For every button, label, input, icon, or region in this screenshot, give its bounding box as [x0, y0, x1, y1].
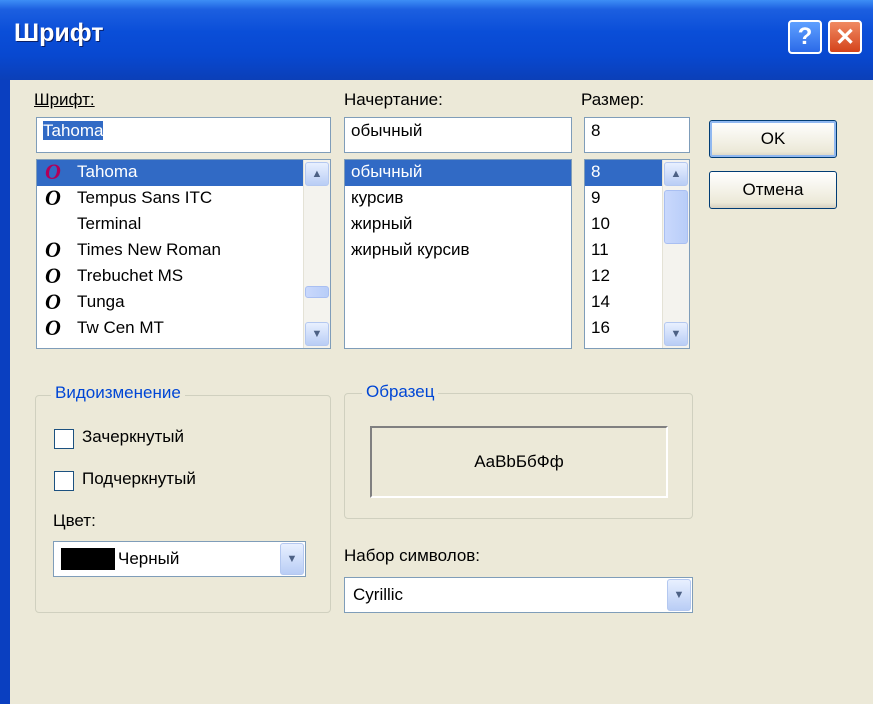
list-item-label: Tunga [77, 292, 125, 311]
charset-value: Cyrillic [353, 585, 404, 604]
list-item-label: 14 [591, 292, 610, 311]
scroll-down-icon[interactable]: ▼ [305, 322, 329, 346]
list-item-label: 12 [591, 266, 610, 285]
ok-button[interactable]: OK [709, 120, 837, 158]
color-swatch [61, 548, 115, 570]
scroll-thumb[interactable] [664, 190, 688, 244]
chevron-down-icon[interactable]: ▼ [667, 579, 691, 611]
font-label-text: Шрифт: [34, 90, 95, 109]
list-item-label: Tahoma [77, 162, 138, 181]
sample-group-title: Образец [362, 382, 439, 402]
size-input[interactable]: 8 [584, 117, 690, 153]
list-item[interactable]: жирный курсив [345, 238, 571, 264]
style-list[interactable]: обычный курсив жирный жирный курсив [344, 159, 572, 349]
style-label: Начертание: [344, 90, 443, 110]
list-item-label: Terminal [77, 214, 142, 233]
font-list[interactable]: O Tahoma O Tempus Sans ITC Terminal O Times Ne… [36, 159, 331, 349]
opentype-font-icon: O [45, 237, 61, 262]
effects-group-title: Видоизменение [51, 383, 185, 403]
list-item-label: Times New Roman [77, 240, 221, 259]
list-item-label: 9 [591, 188, 601, 207]
window-title: Шрифт [14, 19, 104, 47]
opentype-font-icon: O [45, 315, 61, 340]
list-item-label: жирный курсив [351, 240, 470, 259]
size-list-scrollbar[interactable]: ▲ ▼ [662, 160, 689, 348]
color-value: Черный [118, 549, 180, 568]
list-item[interactable]: курсив [345, 186, 571, 212]
list-item[interactable]: O Times New Roman [37, 238, 330, 264]
opentype-font-icon: O [45, 263, 61, 288]
sample-preview: AaBbБбФф [370, 426, 668, 498]
list-item[interactable]: Terminal [37, 212, 330, 238]
window-frame [0, 80, 10, 704]
font-name-value: Tahoma [43, 121, 104, 140]
dialog-client: Шрифт: Tahoma O Tahoma O Tempus Sans ITC Ter… [10, 80, 873, 704]
list-item[interactable]: O Trebuchet MS [37, 264, 330, 290]
list-item[interactable]: O Tempus Sans ITC [37, 186, 330, 212]
font-name-input[interactable]: Tahoma [36, 117, 331, 153]
font-label: Шрифт: [34, 90, 95, 110]
chevron-down-icon[interactable]: ▼ [280, 543, 304, 575]
list-item-label: 8 [591, 162, 601, 181]
font-list-scrollbar[interactable]: ▲ ▼ [303, 160, 330, 348]
list-item-label: жирный [351, 214, 413, 233]
underline-checkbox[interactable] [54, 471, 74, 491]
size-list[interactable]: 8 9 10 11 12 14 16 ▲ ▼ [584, 159, 690, 349]
scroll-thumb[interactable] [305, 286, 329, 298]
style-value: обычный [351, 121, 423, 140]
list-item-label: Tw Cen MT [77, 318, 164, 337]
size-label-text: Размер: [581, 90, 645, 109]
color-label: Цвет: [53, 511, 96, 530]
charset-select[interactable]: Cyrillic ▼ [344, 577, 693, 613]
help-button[interactable]: ? [788, 20, 822, 54]
style-input[interactable]: обычный [344, 117, 572, 153]
font-dialog: Шрифт ? ✕ Шрифт: Tahoma O Tahoma O Tempus S… [0, 0, 873, 704]
list-item[interactable]: O Tw Cen MT [37, 316, 330, 342]
charset-label: Набор символов: [344, 546, 481, 565]
size-value: 8 [591, 121, 601, 140]
style-label-text: Начертание: [344, 90, 443, 109]
list-item-label: Tempus Sans ITC [77, 188, 213, 207]
close-button[interactable]: ✕ [828, 20, 862, 54]
list-item[interactable]: обычный [345, 160, 571, 186]
title-bar[interactable]: Шрифт ? ✕ [0, 0, 873, 80]
opentype-font-icon: O [45, 289, 61, 314]
list-item[interactable]: жирный [345, 212, 571, 238]
scroll-up-icon[interactable]: ▲ [305, 162, 329, 186]
list-item-label: 16 [591, 318, 610, 337]
list-item-label: 10 [591, 214, 610, 233]
help-icon: ? [797, 23, 813, 50]
list-item-label: курсив [351, 188, 404, 207]
list-item-label: Trebuchet MS [77, 266, 184, 285]
list-item-label: 11 [591, 240, 609, 259]
list-item[interactable]: O Tahoma [37, 160, 330, 186]
opentype-font-icon: O [45, 185, 61, 210]
underline-label[interactable]: Подчеркнутый [82, 469, 196, 489]
size-label: Размер: [581, 90, 644, 110]
strikeout-label[interactable]: Зачеркнутый [82, 427, 184, 447]
list-item-label: обычный [351, 162, 423, 181]
color-select[interactable]: Черный ▼ [53, 541, 306, 577]
list-item[interactable]: O Tunga [37, 290, 330, 316]
opentype-font-icon: O [45, 159, 61, 184]
strikeout-checkbox[interactable] [54, 429, 74, 449]
close-icon: ✕ [834, 23, 856, 51]
scroll-down-icon[interactable]: ▼ [664, 322, 688, 346]
cancel-button[interactable]: Отмена [709, 171, 837, 209]
scroll-up-icon[interactable]: ▲ [664, 162, 688, 186]
